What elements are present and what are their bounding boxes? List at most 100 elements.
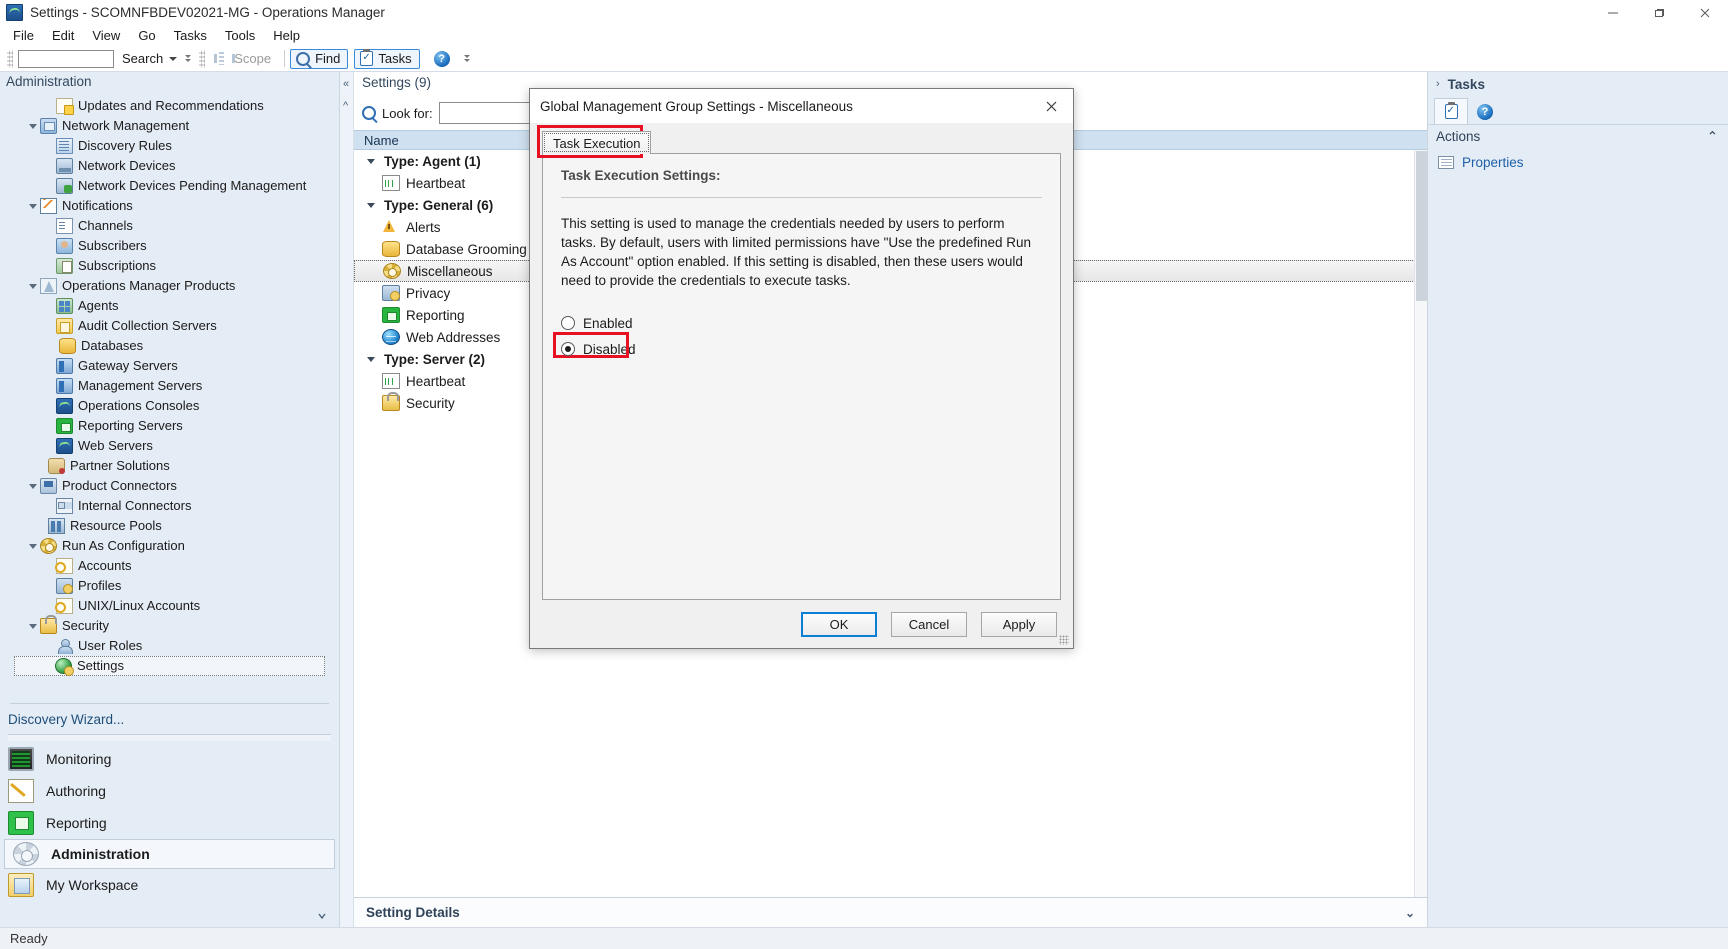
toolbar-overflow-icon-2[interactable] (463, 54, 470, 63)
tree-item-partner-solutions[interactable]: Partner Solutions (0, 456, 339, 476)
tree-item-operations-consoles[interactable]: Operations Consoles (0, 396, 339, 416)
tree-item-subscriptions[interactable]: Subscriptions (0, 256, 339, 276)
tree-item-reporting-servers[interactable]: Reporting Servers (0, 416, 339, 436)
ok-button[interactable]: OK (801, 611, 877, 637)
chevron-down-icon[interactable]: ⌄ (1405, 906, 1415, 920)
maximize-button[interactable] (1636, 0, 1682, 25)
privacy-icon (382, 285, 400, 301)
chevron-right-icon[interactable]: › (1436, 78, 1440, 90)
tree-item-label: Updates and Recommendations (78, 98, 264, 113)
tree-item-network-devices[interactable]: Network Devices (0, 156, 339, 176)
tree-item-label: Profiles (78, 578, 122, 593)
close-icon[interactable] (1029, 90, 1073, 122)
tree-item-notifications[interactable]: Notifications (0, 196, 339, 216)
apply-button[interactable]: Apply (981, 611, 1057, 637)
tree-item-profiles[interactable]: Profiles (0, 576, 339, 596)
close-button[interactable] (1682, 0, 1728, 25)
menu-tasks[interactable]: Tasks (165, 26, 216, 45)
tree-item-internal-connectors[interactable]: Internal Connectors (0, 496, 339, 516)
tree-item-agents[interactable]: Agents (0, 296, 339, 316)
cancel-button[interactable]: Cancel (891, 611, 967, 637)
dialog-footer: OK Cancel Apply (530, 600, 1073, 648)
tasks-button[interactable]: Tasks (354, 48, 420, 69)
expander-icon[interactable] (26, 619, 40, 633)
tree-item-resource-pools[interactable]: Resource Pools (0, 516, 339, 536)
tree-item-accounts[interactable]: Accounts (0, 556, 339, 576)
tree-item-updates-and-recommendations[interactable]: Updates and Recommendations (0, 96, 339, 116)
radio-enabled[interactable]: Enabled (561, 312, 1042, 334)
expander-icon[interactable] (26, 279, 40, 293)
expander-icon[interactable] (364, 356, 378, 362)
panel-heading: Task Execution Settings: (561, 168, 721, 183)
nav-item-monitoring[interactable]: Monitoring (0, 743, 339, 775)
nav-item-authoring[interactable]: Authoring (0, 775, 339, 807)
chevron-up-icon[interactable]: ^ (343, 100, 348, 112)
help-button[interactable]: ? (428, 49, 456, 69)
tree-item-user-roles[interactable]: User Roles (0, 636, 339, 656)
toolbar-grip[interactable] (7, 49, 13, 68)
radio-disabled[interactable]: Disabled (561, 338, 1042, 360)
actions-section-header[interactable]: Actions ⌃ (1428, 124, 1728, 148)
resource-pools-icon (48, 518, 65, 534)
nav-item-label: Monitoring (46, 751, 112, 767)
tree-item-network-management[interactable]: Network Management (0, 116, 339, 136)
tree-item-management-servers[interactable]: Management Servers (0, 376, 339, 396)
radio-disabled-indicator[interactable] (561, 342, 575, 356)
tree-item-databases[interactable]: Databases (0, 336, 339, 356)
tree-item-gateway-servers[interactable]: Gateway Servers (0, 356, 339, 376)
toolbar-overflow-icon[interactable] (185, 54, 192, 63)
toolbar-grip-2[interactable] (199, 49, 206, 68)
find-button[interactable]: Find (290, 48, 349, 69)
search-icon (362, 106, 376, 120)
tree-item-channels[interactable]: Channels (0, 216, 339, 236)
tree-item-label: Network Devices Pending Management (78, 178, 307, 193)
tree-item-subscribers[interactable]: Subscribers (0, 236, 339, 256)
search-label[interactable]: Search (120, 51, 165, 66)
tree-item-security[interactable]: Security (0, 615, 339, 636)
tree-item-operations-manager-products[interactable]: Operations Manager Products (0, 276, 339, 296)
expander-icon[interactable] (26, 539, 40, 553)
nav-item-reporting[interactable]: Reporting (0, 807, 339, 839)
expander-icon[interactable] (26, 199, 40, 213)
tree-item-settings[interactable]: Settings (14, 656, 325, 676)
tree-item-discovery-rules[interactable]: Discovery Rules (0, 136, 339, 156)
setting-details-bar[interactable]: Setting Details ⌄ (354, 897, 1427, 927)
tree-item-unix-linux-accounts[interactable]: UNIX/Linux Accounts (0, 596, 339, 616)
menu-edit[interactable]: Edit (43, 26, 83, 45)
search-input[interactable] (18, 49, 114, 68)
tab-tasks[interactable] (1434, 98, 1468, 124)
discovery-wizard-link[interactable]: Discovery Wizard... (0, 704, 339, 734)
nav-expand-toggle[interactable] (0, 905, 339, 927)
tab-task-execution[interactable]: Task Execution (542, 131, 652, 154)
menu-file[interactable]: File (4, 26, 43, 45)
tree-item-product-connectors[interactable]: Product Connectors (0, 476, 339, 496)
tree-item-web-servers[interactable]: Web Servers (0, 436, 339, 456)
tab-help[interactable]: ? (1468, 98, 1502, 124)
nav-item-administration[interactable]: Administration (4, 839, 335, 869)
pane-collapse-strip[interactable]: « ^ (340, 72, 354, 927)
tree-item-label: Agents (78, 298, 119, 313)
radio-enabled-indicator[interactable] (561, 316, 575, 330)
action-properties[interactable]: Properties (1428, 148, 1728, 176)
menu-view[interactable]: View (83, 26, 129, 45)
expander-icon[interactable] (364, 158, 378, 164)
menu-help[interactable]: Help (264, 26, 309, 45)
nav-item-my-workspace[interactable]: My Workspace (0, 869, 339, 901)
minimize-button[interactable] (1590, 0, 1636, 25)
tree-item-network-devices-pending-management[interactable]: Network Devices Pending Management (0, 176, 339, 196)
tree-item-audit-collection-servers[interactable]: Audit Collection Servers (0, 316, 339, 336)
chevron-down-icon[interactable] (169, 56, 178, 61)
expander-icon[interactable] (364, 202, 378, 208)
menu-go[interactable]: Go (129, 26, 164, 45)
channels-icon (56, 218, 73, 234)
tree-item-run-as-configuration[interactable]: Run As Configuration (0, 536, 339, 556)
menu-tools[interactable]: Tools (216, 26, 264, 45)
resize-grip[interactable] (1059, 635, 1069, 645)
grid-scrollbar[interactable] (1414, 150, 1427, 897)
expander-icon[interactable] (26, 119, 40, 133)
chevron-left-icon[interactable]: « (343, 78, 349, 90)
expander-icon[interactable] (26, 479, 40, 493)
chevron-up-icon[interactable]: ⌃ (1707, 129, 1718, 145)
